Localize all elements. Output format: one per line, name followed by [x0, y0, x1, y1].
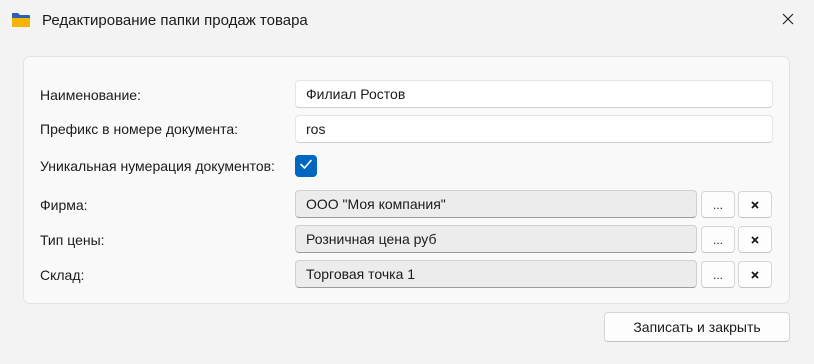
unique-numbering-label: Уникальная нумерация документов:	[40, 158, 275, 174]
warehouse-field[interactable]: Торговая точка 1	[295, 260, 697, 288]
prefix-label: Префикс в номере документа:	[40, 121, 239, 137]
warehouse-select-button[interactable]: ...	[701, 261, 735, 288]
save-and-close-button[interactable]: Записать и закрыть	[604, 312, 790, 342]
dialog-window: Редактирование папки продаж товара Наиме…	[0, 0, 814, 364]
warehouse-clear-button[interactable]	[738, 261, 772, 288]
name-label: Наименование:	[40, 87, 141, 103]
company-field[interactable]: ООО "Моя компания"	[295, 190, 697, 218]
checkmark-icon	[299, 157, 313, 176]
price-type-field[interactable]: Розничная цена руб	[295, 225, 697, 253]
window-title: Редактирование папки продаж товара	[42, 12, 308, 29]
price-type-select-button[interactable]: ...	[701, 226, 735, 253]
clear-icon	[751, 268, 759, 282]
warehouse-label: Склад:	[40, 267, 85, 283]
clear-icon	[751, 198, 759, 212]
close-icon	[782, 12, 794, 30]
clear-icon	[751, 233, 759, 247]
company-label: Фирма:	[40, 197, 88, 213]
price-type-label: Тип цены:	[40, 232, 105, 248]
price-type-clear-button[interactable]	[738, 226, 772, 253]
unique-numbering-checkbox[interactable]	[295, 155, 317, 177]
name-input[interactable]: Филиал Ростов	[295, 80, 773, 108]
folder-icon	[11, 12, 31, 28]
company-clear-button[interactable]	[738, 191, 772, 218]
title-bar[interactable]: Редактирование папки продаж товара	[0, 0, 814, 44]
close-button[interactable]	[762, 0, 814, 42]
company-select-button[interactable]: ...	[701, 191, 735, 218]
prefix-input[interactable]: ros	[295, 115, 773, 143]
